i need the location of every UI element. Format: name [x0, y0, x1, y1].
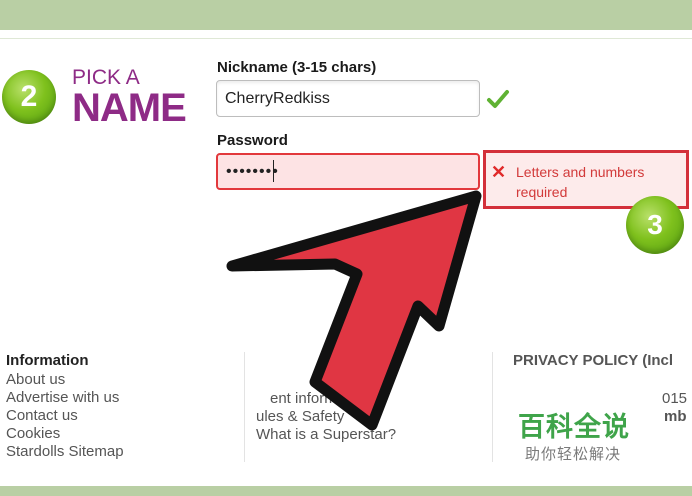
footer-link-rules[interactable]: ules & Safety: [256, 408, 396, 426]
footer-divider: [492, 352, 493, 462]
text-cursor: [273, 160, 274, 182]
password-input[interactable]: [216, 153, 480, 190]
watermark-title: 百科全说: [518, 412, 630, 442]
step-2-badge: 2: [2, 70, 56, 124]
footer-information-title: Information: [6, 352, 89, 369]
footer-link-superstar[interactable]: What is a Superstar?: [256, 426, 396, 444]
footer-link-sitemap[interactable]: Stardolls Sitemap: [6, 443, 124, 461]
footer-link-support[interactable]: support: [256, 372, 396, 390]
nickname-input[interactable]: [216, 80, 480, 117]
footer-link-about[interactable]: About us: [6, 371, 124, 389]
footer-divider: [244, 352, 245, 462]
password-label: Password: [217, 132, 288, 149]
nickname-label: Nickname (3-15 chars): [217, 59, 377, 76]
footer-link-cookies[interactable]: Cookies: [6, 425, 124, 443]
footer-middle: support ent inform ules & Safety What is…: [256, 372, 396, 444]
footer-link-contact[interactable]: Contact us: [6, 407, 124, 425]
footer-privacy-title[interactable]: PRIVACY POLICY (Incl: [513, 352, 673, 370]
footer-fragment: mb: [664, 408, 687, 425]
footer-link-parent-info[interactable]: ent inform: [256, 390, 396, 408]
footer-fragment: 015: [662, 390, 688, 407]
bottom-banner: [0, 486, 692, 496]
header-divider: [0, 38, 692, 39]
close-icon: ✕: [491, 162, 507, 182]
footer-link-advertise[interactable]: Advertise with us: [6, 389, 124, 407]
top-banner: [0, 0, 692, 30]
watermark-subtitle: 助你轻松解决: [525, 446, 622, 463]
check-icon: [487, 90, 509, 108]
name-heading: NAME: [72, 86, 187, 130]
footer-information: Information About us Advertise with us C…: [6, 352, 124, 461]
step-3-badge: 3: [626, 196, 684, 254]
footer-privacy: PRIVACY POLICY (Incl: [513, 352, 673, 370]
